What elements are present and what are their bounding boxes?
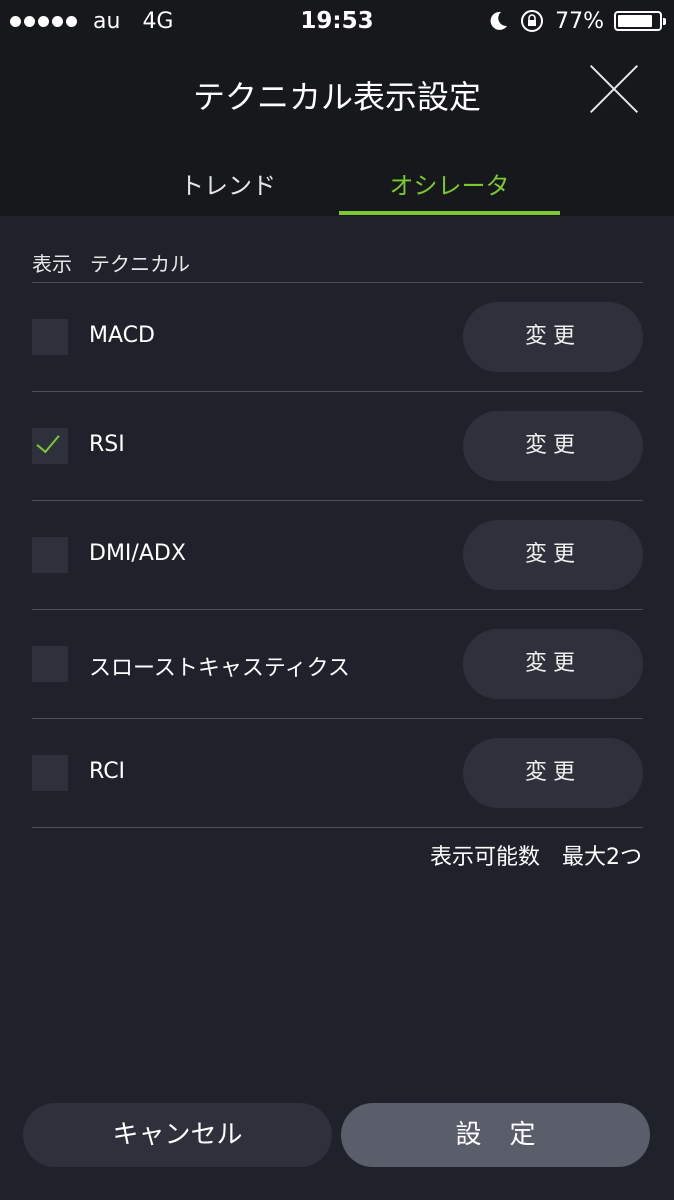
column-display-label: 表示: [32, 252, 72, 276]
change-button-rsi[interactable]: 変更: [463, 411, 643, 481]
checkmark-icon: [36, 428, 60, 454]
checkbox-macd[interactable]: [32, 319, 68, 355]
modal-header: テクニカル表示設定 トレンド オシレータ: [0, 44, 674, 216]
tab-oscillator[interactable]: オシレータ: [339, 166, 560, 201]
list-column-header: 表示 テクニカル: [32, 248, 190, 277]
set-button[interactable]: 設定: [341, 1103, 650, 1167]
change-button-rci[interactable]: 変更: [463, 738, 643, 808]
list-item-macd: MACD 変更: [0, 283, 674, 391]
column-technical-label: テクニカル: [90, 252, 190, 276]
change-button-dmi-adx[interactable]: 変更: [463, 520, 643, 590]
cancel-button[interactable]: キャンセル: [23, 1103, 332, 1167]
list-item-rsi: RSI 変更: [0, 392, 674, 500]
close-icon[interactable]: [588, 63, 640, 115]
item-label: RCI: [89, 759, 126, 784]
checkbox-slow-stochastics[interactable]: [32, 646, 68, 682]
battery-percent: 77%: [555, 8, 604, 34]
item-label: スローストキャスティクス: [89, 656, 350, 681]
rotation-lock-icon: [521, 10, 544, 32]
status-bar: au 4G 19:53 77%: [0, 0, 674, 44]
checkbox-rsi[interactable]: [32, 428, 68, 464]
moon-icon: [490, 11, 508, 30]
divider: [32, 827, 643, 828]
battery-icon: [614, 11, 666, 31]
active-tab-indicator: [339, 211, 560, 215]
checkbox-dmi-adx[interactable]: [32, 537, 68, 573]
item-label: DMI/ADX: [89, 541, 186, 566]
list-item-slow-stochastics: スローストキャスティクス 変更: [0, 610, 674, 718]
change-button-slow-stochastics[interactable]: 変更: [463, 629, 643, 699]
item-label: MACD: [89, 323, 155, 348]
list-item-dmi-adx: DMI/ADX 変更: [0, 501, 674, 609]
checkbox-rci[interactable]: [32, 755, 68, 791]
change-button-macd[interactable]: 変更: [463, 302, 643, 372]
list-item-rci: RCI 変更: [0, 719, 674, 827]
item-label: RSI: [89, 432, 125, 457]
page-title: テクニカル表示設定: [192, 78, 481, 116]
status-right: 77%: [487, 8, 666, 34]
max-display-note: 表示可能数 最大2つ: [430, 845, 642, 870]
tab-trend[interactable]: トレンド: [118, 166, 338, 201]
